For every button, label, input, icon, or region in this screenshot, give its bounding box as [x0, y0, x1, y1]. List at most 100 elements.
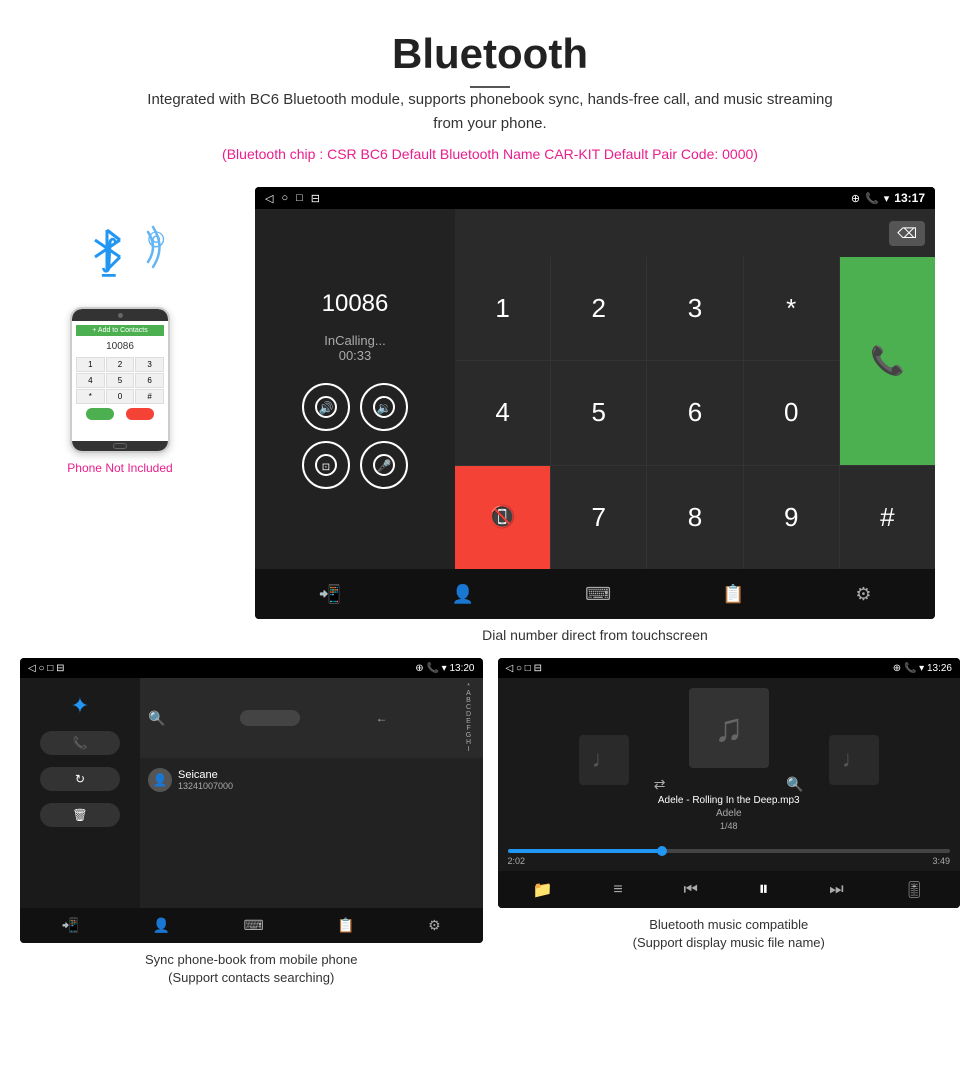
- numpad-key-3[interactable]: 3: [647, 257, 742, 360]
- settings-nav-icon[interactable]: ⚙: [855, 584, 871, 605]
- numpad-key-7[interactable]: 7: [551, 466, 646, 569]
- music-pause-icon[interactable]: ⏸: [759, 878, 769, 901]
- numpad-key-1[interactable]: 1: [455, 257, 550, 360]
- pb-nav-phone-icon[interactable]: 📲: [62, 917, 79, 934]
- phone-status-icon: 📞: [865, 192, 879, 205]
- music-side-album-left: ♩: [579, 735, 629, 785]
- music-progress-area: 2:02 3:49: [498, 841, 961, 871]
- phone-screen: + Add to Contacts 10086 1 2 3 4 5 6 * 0 …: [72, 321, 168, 441]
- numpad-key-9[interactable]: 9: [744, 466, 839, 569]
- page-title: Bluetooth: [20, 30, 960, 78]
- phone-key-0[interactable]: 0: [106, 389, 135, 404]
- numpad-key-0[interactable]: 0: [744, 361, 839, 464]
- phonebook-screen: ◁ ○ □ ⊟ ⊕ 📞 ▾ 13:20 ✦ 📞 ↻ 🗑 🔍 ←: [20, 658, 483, 943]
- status-time: 13:17: [894, 191, 925, 205]
- phone-bottom-bar: [72, 441, 168, 451]
- numpad-key-8[interactable]: 8: [647, 466, 742, 569]
- phone-home-button[interactable]: [113, 443, 127, 449]
- music-next-icon[interactable]: ⏭: [829, 881, 843, 899]
- main-content: ⨜ ⦾ + Add to Contacts 10086: [0, 187, 980, 658]
- search-dot-input[interactable]: [240, 710, 300, 726]
- phone-mockup: + Add to Contacts 10086 1 2 3 4 5 6 * 0 …: [70, 307, 170, 453]
- dial-controls-row-1: 🔊 🔉: [302, 383, 408, 431]
- bluetooth-specs: (Bluetooth chip : CSR BC6 Default Blueto…: [20, 146, 960, 162]
- numpad-key-star[interactable]: *: [744, 257, 839, 360]
- home-icon[interactable]: ○: [281, 192, 288, 204]
- music-side-note-right-icon: ♩: [842, 746, 866, 774]
- music-artist: Adele: [716, 808, 742, 819]
- numpad-key-hash[interactable]: #: [840, 466, 935, 569]
- phonebook-body: ✦ 📞 ↻ 🗑 🔍 ← * A B C: [20, 678, 483, 908]
- phone-key-3[interactable]: 3: [135, 357, 164, 372]
- music-main-area: ♩ ♫ ⇄ 🔍 Adele - Rolling In the Deep.mp3: [498, 678, 961, 841]
- phonebook-search-bar: 🔍 ← * A B C D E F G H: [140, 678, 483, 758]
- phonebook-sidebar: ✦ 📞 ↻ 🗑: [20, 678, 140, 908]
- status-icons-right: ⊕ 📞 ▾ 13:17: [851, 191, 925, 205]
- numpad-key-6[interactable]: 6: [647, 361, 742, 464]
- phone-key-5[interactable]: 5: [106, 373, 135, 388]
- numpad-key-4[interactable]: 4: [455, 361, 550, 464]
- bluetooth-wave-svg: [128, 222, 168, 272]
- transfer-nav-icon[interactable]: 📋: [722, 584, 744, 605]
- pb-nav-dialpad-icon[interactable]: ⌨: [244, 917, 264, 934]
- pb-nav-contacts-icon[interactable]: 👤: [153, 917, 170, 934]
- music-track-name: Adele - Rolling In the Deep.mp3: [658, 795, 800, 806]
- switch-call-button[interactable]: ⊡: [302, 441, 350, 489]
- main-status-bar: ◁ ○ □ ⊟ ⊕ 📞 ▾ 13:17: [255, 187, 935, 209]
- call-accept-button[interactable]: 📞: [840, 257, 935, 465]
- phone-key-star[interactable]: *: [76, 389, 105, 404]
- music-progress-thumb: [657, 846, 667, 856]
- recents-icon[interactable]: □: [296, 192, 303, 204]
- phone-key-hash[interactable]: #: [135, 389, 164, 404]
- backspace-button[interactable]: ⌫: [889, 221, 925, 246]
- music-search-icon[interactable]: 🔍: [786, 776, 803, 793]
- volume-up-button[interactable]: 🔊: [302, 383, 350, 431]
- music-time-total: 3:49: [932, 856, 950, 866]
- back-icon[interactable]: ◁: [265, 192, 273, 205]
- music-prev-icon[interactable]: ⏮: [683, 881, 697, 899]
- shuffle-icon[interactable]: ⇄: [654, 776, 666, 793]
- call-end-button[interactable]: 📵: [455, 466, 550, 569]
- music-screen: ◁ ○ □ ⊟ ⊕ 📞 ▾ 13:26 ♩ ♫ ⇄: [498, 658, 961, 908]
- phone-key-1[interactable]: 1: [76, 357, 105, 372]
- phone-top-bar: [72, 309, 168, 321]
- dial-calling-status: InCalling...: [324, 333, 385, 348]
- phone-not-included-label: Phone Not Included: [67, 461, 172, 475]
- dial-number: 10086: [322, 290, 389, 318]
- phone-key-6[interactable]: 6: [135, 373, 164, 388]
- numpad-key-5[interactable]: 5: [551, 361, 646, 464]
- music-eq-icon[interactable]: 🎚: [904, 880, 924, 900]
- phone-area: ⨜ ⦾ + Add to Contacts 10086: [20, 187, 220, 475]
- music-folder-icon[interactable]: 📁: [533, 880, 553, 900]
- pb-call-button[interactable]: 📞: [40, 731, 120, 755]
- music-playlist-icon[interactable]: ≡: [613, 881, 622, 899]
- contact-row[interactable]: 👤 Seicane 13241007000: [148, 763, 475, 797]
- phone-end-button[interactable]: [126, 408, 154, 420]
- music-side-album-right: ♩: [829, 735, 879, 785]
- phonebook-search-icon[interactable]: 🔍: [148, 710, 165, 727]
- phone-call-button[interactable]: [86, 408, 114, 420]
- bottom-screenshots: ◁ ○ □ ⊟ ⊕ 📞 ▾ 13:20 ✦ 📞 ↻ 🗑 🔍 ←: [0, 658, 980, 1007]
- menu-icon[interactable]: ⊟: [311, 192, 320, 205]
- page-header: Bluetooth Integrated with BC6 Bluetooth …: [0, 0, 980, 187]
- pb-nav-transfer-icon[interactable]: 📋: [337, 917, 354, 934]
- phone-key-2[interactable]: 2: [106, 357, 135, 372]
- pb-sync-button[interactable]: ↻: [40, 767, 120, 791]
- dialpad-nav-icon[interactable]: ⌨: [585, 584, 611, 605]
- volume-down-button[interactable]: 🔉: [360, 383, 408, 431]
- music-progress-bar[interactable]: [508, 849, 951, 853]
- music-controls-bar: 📁 ≡ ⏮ ⏸ ⏭ 🎚: [498, 871, 961, 908]
- numpad-key-2[interactable]: 2: [551, 257, 646, 360]
- mute-button[interactable]: 🎤: [360, 441, 408, 489]
- android-bottom-bar: 📲 👤 ⌨ 📋 ⚙: [255, 569, 935, 619]
- phone-nav-icon[interactable]: 📲: [318, 584, 340, 605]
- phonebook-status-bar: ◁ ○ □ ⊟ ⊕ 📞 ▾ 13:20: [20, 658, 483, 678]
- phone-key-4[interactable]: 4: [76, 373, 105, 388]
- pb-back-icon[interactable]: ←: [375, 711, 387, 725]
- pb-nav-settings-icon[interactable]: ⚙: [428, 917, 441, 934]
- page-description: Integrated with BC6 Bluetooth module, su…: [140, 88, 840, 136]
- music-time-row: 2:02 3:49: [508, 856, 951, 866]
- pb-delete-button[interactable]: 🗑: [40, 803, 120, 827]
- contacts-nav-icon[interactable]: 👤: [452, 584, 474, 605]
- music-progress-fill: [508, 849, 663, 853]
